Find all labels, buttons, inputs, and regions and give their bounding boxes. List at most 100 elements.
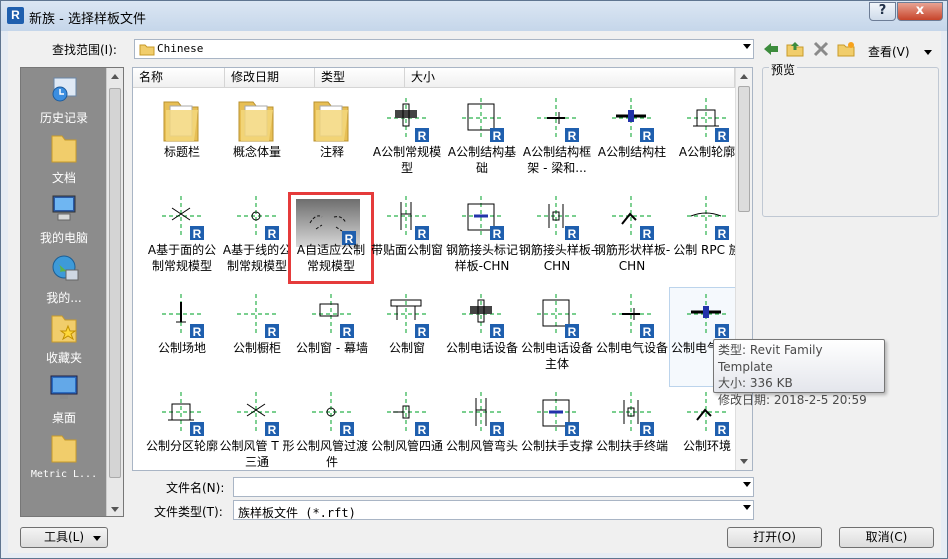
template-file-item[interactable]: R 钢筋形状样板-CHN xyxy=(594,190,670,288)
new-folder-icon[interactable] xyxy=(837,41,855,57)
template-file-item[interactable]: R A自适应公制常规模型 xyxy=(288,192,374,284)
places-item-6[interactable]: Metric L... xyxy=(21,432,107,480)
open-button[interactable]: 打开(O) xyxy=(727,527,822,548)
back-arrow-icon[interactable] xyxy=(762,41,780,57)
file-name-label: 钢筋接头标记样板-CHN xyxy=(445,243,518,273)
template-file-item[interactable]: R 公制电话设备主体 xyxy=(520,288,594,386)
template-file-item[interactable]: R 公制风管弯头 xyxy=(445,386,519,470)
file-name-label: A基于线的公制常规模型 xyxy=(222,243,292,273)
template-file-item[interactable]: R A公制轮廓 xyxy=(670,92,744,190)
template-file-item[interactable]: R A基于面的公制常规模型 xyxy=(145,190,219,288)
svg-text:R: R xyxy=(493,129,502,143)
views-chevron-icon[interactable] xyxy=(924,50,932,55)
column-header-size[interactable]: 大小 xyxy=(405,68,735,88)
file-name-label: A公制结构柱 xyxy=(597,145,667,159)
filetype-select[interactable]: 族样板文件 (*.rft) xyxy=(233,500,754,520)
filename-input[interactable] xyxy=(233,477,754,497)
svg-text:R: R xyxy=(268,423,277,437)
file-name-label: 公制电话设备主体 xyxy=(520,341,593,371)
scroll-down-icon[interactable] xyxy=(111,507,119,512)
column-header-type[interactable]: 类型 xyxy=(315,68,405,88)
svg-text:R: R xyxy=(643,423,652,437)
template-file-item[interactable]: R 公制窗 xyxy=(370,288,444,386)
svg-text:R: R xyxy=(568,129,577,143)
revit-template-icon: R xyxy=(687,98,729,143)
scroll-up-icon[interactable] xyxy=(740,74,748,79)
file-name-label: 公制电话设备 xyxy=(445,341,518,355)
chevron-down-icon[interactable] xyxy=(93,536,101,541)
template-file-item[interactable]: R A公制结构基础 xyxy=(445,92,519,190)
template-file-item[interactable]: R 公制电气设备 xyxy=(595,288,669,386)
close-button[interactable]: x xyxy=(897,2,943,21)
file-list[interactable]: 名称 修改日期 类型 大小 标题栏 概念体量 注释 R A公制常规模型 R A公制结构基础 R… xyxy=(132,67,753,471)
folder-item[interactable]: 概念体量 xyxy=(220,92,294,190)
column-header-date[interactable]: 修改日期 xyxy=(225,68,315,88)
tools-button[interactable]: 工具(L) xyxy=(20,527,108,548)
file-tooltip: 类型: Revit Family Template 大小: 336 KB 修改日… xyxy=(713,339,885,407)
revit-template-icon: R xyxy=(612,294,654,339)
file-name-label: A公制常规模型 xyxy=(372,145,442,175)
folder-icon xyxy=(51,435,77,463)
template-file-item[interactable]: R 公制风管 T 形三通 xyxy=(220,386,294,470)
template-file-item[interactable]: R A公制结构柱 xyxy=(595,92,669,190)
places-item-1[interactable]: 文档 xyxy=(21,132,107,186)
svg-text:R: R xyxy=(718,423,727,437)
svg-text:R: R xyxy=(268,227,277,241)
template-file-item[interactable]: R 钢筋接头标记样板-CHN xyxy=(445,190,519,288)
places-item-0[interactable]: 历史记录 xyxy=(21,72,107,126)
chevron-down-icon[interactable] xyxy=(743,44,751,49)
template-file-item[interactable]: R 公制风管四通 xyxy=(370,386,444,470)
column-header-name[interactable]: 名称 xyxy=(133,68,225,88)
template-file-item[interactable]: R 公制扶手终端 xyxy=(595,386,669,470)
places-item-2[interactable]: 我的电脑 xyxy=(21,192,107,246)
cancel-button[interactable]: 取消(C) xyxy=(839,527,934,548)
places-item-5[interactable]: 桌面 xyxy=(21,372,107,426)
template-file-item[interactable]: R A基于线的公制常规模型 xyxy=(220,190,294,288)
title-bar[interactable]: R 新族 - 选择样板文件 ? x xyxy=(1,1,947,31)
svg-text:R: R xyxy=(493,227,502,241)
chevron-down-icon[interactable] xyxy=(743,482,751,487)
places-scroll-thumb[interactable] xyxy=(109,88,121,478)
file-list-scrollbar[interactable] xyxy=(735,68,752,470)
template-file-item[interactable]: R 公制电话设备 xyxy=(445,288,519,386)
favorites-icon xyxy=(51,315,77,343)
lookin-combo[interactable]: Chinese xyxy=(134,39,754,59)
chevron-down-icon[interactable] xyxy=(743,505,751,510)
template-file-item[interactable]: R 公制窗 - 幕墙 xyxy=(295,288,369,386)
revit-template-icon: R xyxy=(237,196,279,241)
revit-template-icon: R xyxy=(462,196,504,241)
scroll-up-icon[interactable] xyxy=(111,74,119,79)
template-file-item[interactable]: R 公制分区轮廓 xyxy=(145,386,219,470)
tooltip-size: 大小: 336 KB xyxy=(718,376,793,390)
file-name-label: 概念体量 xyxy=(232,145,281,159)
file-list-scroll-thumb[interactable] xyxy=(738,86,750,212)
views-menu[interactable]: 查看(V) xyxy=(868,43,910,60)
template-file-item[interactable]: R 带贴面公制窗 xyxy=(370,190,444,288)
template-file-item[interactable]: R 公制场地 xyxy=(145,288,219,386)
help-button[interactable]: ? xyxy=(869,2,896,21)
places-item-4[interactable]: 收藏夹 xyxy=(21,312,107,366)
template-file-item[interactable]: R 公制 RPC 族 xyxy=(670,190,744,288)
delete-icon[interactable] xyxy=(812,41,830,57)
template-file-item[interactable]: R 公制风管过渡件 xyxy=(295,386,369,470)
revit-template-icon: R xyxy=(162,392,204,437)
folder-item[interactable]: 标题栏 xyxy=(145,92,219,190)
places-item-label: 我的电脑 xyxy=(39,231,88,245)
template-file-item[interactable]: R A公制结构框架 - 梁和... xyxy=(520,92,594,190)
template-file-item[interactable]: R 公制橱柜 xyxy=(220,288,294,386)
svg-text:R: R xyxy=(643,129,652,143)
places-scrollbar[interactable] xyxy=(106,68,123,516)
folder-item[interactable]: 注释 xyxy=(295,92,369,190)
template-file-item[interactable]: R A公制常规模型 xyxy=(370,92,444,190)
up-folder-icon[interactable] xyxy=(786,41,804,57)
places-item-label: 收藏夹 xyxy=(45,351,82,365)
template-file-item[interactable]: R 钢筋接头样板-CHN xyxy=(519,190,595,288)
revit-app-icon: R xyxy=(7,7,24,24)
svg-text:R: R xyxy=(493,423,502,437)
places-bar: 历史记录文档我的电脑我的... 收藏夹桌面 Metric L... xyxy=(20,67,124,517)
file-name-label: 公制扶手终端 xyxy=(595,439,668,453)
places-item-3[interactable]: 我的... xyxy=(21,252,107,306)
template-file-item[interactable]: R 公制扶手支撑 xyxy=(520,386,594,470)
svg-text:R: R xyxy=(343,325,352,339)
scroll-down-icon[interactable] xyxy=(740,459,748,464)
